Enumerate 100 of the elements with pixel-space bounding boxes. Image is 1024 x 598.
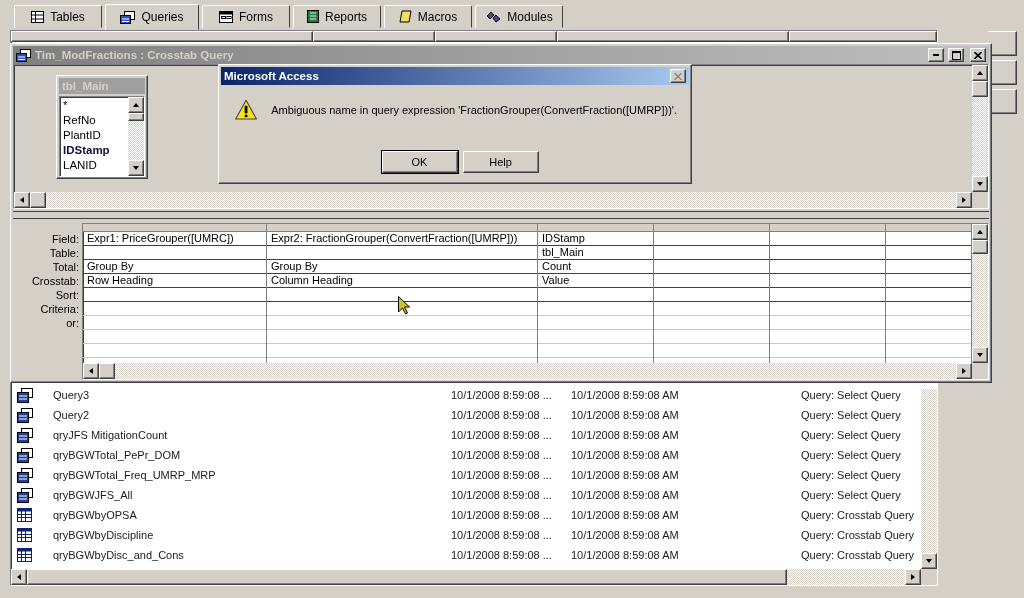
scroll-thumb[interactable] <box>99 363 115 379</box>
column-selector[interactable] <box>267 224 537 232</box>
column-selector[interactable] <box>770 224 885 232</box>
created-date: 10/1/2008 8:59:08 AM <box>571 449 680 461</box>
grid-cell[interactable]: Group By <box>83 260 266 274</box>
scroll-arrow-button[interactable] <box>972 65 988 81</box>
horizontal-scrollbar[interactable] <box>14 192 988 208</box>
report-icon <box>307 10 319 23</box>
modified-date: 10/1/2008 8:59:08 ... <box>451 429 553 441</box>
object-name: qryJFS MitigationCount <box>53 429 169 441</box>
close-button[interactable] <box>970 48 986 62</box>
grid-cell[interactable]: IDStamp <box>538 232 653 246</box>
object-row[interactable]: qryBGWbyDisc_and_Cons 10/1/2008 8:59:08 ... 10/1/2008 8:59:08 AM Query: Crosstab Query <box>11 545 921 565</box>
scroll-arrow-button[interactable] <box>956 363 972 379</box>
horizontal-scrollbar[interactable] <box>83 363 988 379</box>
scroll-thumb[interactable] <box>27 569 787 585</box>
grid-cell[interactable]: tbl_Main <box>538 246 653 260</box>
field-item[interactable]: IDStamp <box>63 144 125 159</box>
column-header[interactable] <box>11 31 313 42</box>
vertical-scrollbar[interactable] <box>972 65 988 192</box>
command-button[interactable] <box>988 31 1017 56</box>
help-button[interactable]: Help <box>462 151 539 173</box>
crosstab-query-icon <box>17 528 32 542</box>
vertical-scrollbar[interactable] <box>972 224 988 363</box>
column-selector[interactable] <box>654 224 769 232</box>
minimize-button[interactable] <box>928 48 944 62</box>
field-item[interactable]: PlantID <box>63 129 125 144</box>
created-date: 10/1/2008 8:59:08 AM <box>571 549 680 561</box>
scroll-thumb[interactable] <box>972 81 988 97</box>
column-header[interactable] <box>313 31 435 42</box>
up-arrow-icon <box>976 228 984 236</box>
tab[interactable]: Tables <box>14 5 102 28</box>
modified-date: 10/1/2008 8:59:08 ... <box>451 409 553 421</box>
scroll-arrow-button[interactable] <box>956 192 972 208</box>
column-selector[interactable] <box>83 224 266 232</box>
object-row[interactable]: qryJFS MitigationCount 10/1/2008 8:59:08 ... 10/1/2008 8:59:08 AM Query: Select Query <box>11 425 921 445</box>
object-type: Query: Select Query <box>801 489 902 501</box>
grid-cell[interactable]: Column Heading <box>267 274 537 288</box>
scroll-arrow-button[interactable] <box>972 224 988 240</box>
object-row[interactable]: qryBGWbyDiscipline 10/1/2008 8:59:08 ... 10/1/2008 8:59:08 AM Query: Crosstab Query <box>11 525 921 545</box>
pane-splitter[interactable] <box>13 211 989 219</box>
scroll-arrow-button[interactable] <box>905 569 921 585</box>
vertical-scrollbar[interactable] <box>128 97 144 176</box>
scroll-arrow-button[interactable] <box>83 363 99 379</box>
row-label: Criteria: <box>40 302 79 316</box>
close-button[interactable] <box>670 69 686 83</box>
scroll-thumb[interactable] <box>972 240 988 254</box>
grid-cell[interactable]: Count <box>538 260 653 274</box>
scroll-arrow-button[interactable] <box>128 97 144 113</box>
grid-cell[interactable]: Expr1: PriceGrouper([UMRC]) <box>83 232 266 246</box>
scroll-arrow-button[interactable] <box>972 347 988 363</box>
scroll-thumb[interactable] <box>128 113 144 121</box>
left-arrow-icon <box>18 196 26 204</box>
tab[interactable]: Queries <box>105 4 199 30</box>
right-arrow-icon <box>909 573 917 581</box>
select-query-icon <box>17 447 33 463</box>
object-row[interactable]: qryBGWTotal_Freq_UMRP_MRP 10/1/2008 8:59:08 ... 10/1/2008 8:59:08 AM Query: Select Query <box>11 465 921 485</box>
horizontal-scrollbar[interactable] <box>11 569 937 585</box>
scroll-arrow-button[interactable] <box>14 192 30 208</box>
object-row[interactable]: qryBGWbyOPSA 10/1/2008 8:59:08 ... 10/1/2008 8:59:08 AM Query: Crosstab Query <box>11 505 921 525</box>
grid-cell[interactable]: Group By <box>267 260 537 274</box>
row-label: Crosstab: <box>31 274 79 288</box>
created-date: 10/1/2008 8:59:08 AM <box>571 529 680 541</box>
select-query-icon <box>17 467 33 483</box>
created-date: 10/1/2008 8:59:08 AM <box>571 389 680 401</box>
object-row[interactable]: Query3 10/1/2008 8:59:08 ... 10/1/2008 8:59:08 AM Query: Select Query <box>11 385 921 405</box>
column-header[interactable] <box>435 31 557 42</box>
column-header[interactable] <box>557 31 789 42</box>
column-header[interactable] <box>789 31 937 42</box>
down-arrow-icon <box>976 180 984 188</box>
object-type: Query: Crosstab Query <box>801 529 916 541</box>
modified-date: 10/1/2008 8:59:08 ... <box>451 549 553 561</box>
scroll-arrow-button[interactable] <box>921 553 937 569</box>
minimize-icon <box>933 54 939 56</box>
object-name: qryBGWTotal_Freq_UMRP_MRP <box>53 469 217 481</box>
object-row[interactable]: Query2 10/1/2008 8:59:08 ... 10/1/2008 8:59:08 AM Query: Select Query <box>11 405 921 425</box>
field-item[interactable]: RefNo <box>63 114 125 129</box>
maximize-icon <box>951 50 961 60</box>
tab[interactable]: Macros <box>384 5 472 28</box>
field-item[interactable]: LANID <box>63 159 125 174</box>
object-row[interactable]: qryBGWJFS_All 10/1/2008 8:59:08 ... 10/1/2008 8:59:08 AM Query: Select Query <box>11 485 921 505</box>
column-selector[interactable] <box>538 224 653 232</box>
select-query-icon <box>17 427 33 443</box>
vertical-scrollbar[interactable] <box>921 389 937 569</box>
scroll-arrow-button[interactable] <box>972 176 988 192</box>
ok-button[interactable]: OK <box>381 151 458 173</box>
tab[interactable]: Modules <box>475 5 563 28</box>
grid-cell[interactable]: Value <box>538 274 653 288</box>
grid-cell[interactable]: Row Heading <box>83 274 266 288</box>
close-icon <box>674 72 682 80</box>
maximize-button[interactable] <box>948 48 964 62</box>
field-item[interactable]: * <box>63 99 125 114</box>
row-label: Table: <box>49 246 79 260</box>
object-row[interactable]: qryBGWTotal_PePr_DOM 10/1/2008 8:59:08 ... 10/1/2008 8:59:08 AM Query: Select Query <box>11 445 921 465</box>
tab[interactable]: Reports <box>293 5 381 28</box>
scroll-arrow-button[interactable] <box>128 160 144 176</box>
scroll-arrow-button[interactable] <box>11 569 27 585</box>
tab[interactable]: Forms <box>202 5 290 28</box>
scroll-thumb[interactable] <box>30 192 46 208</box>
grid-cell[interactable]: Expr2: FractionGrouper(ConvertFraction([UMRP])) <box>267 232 537 246</box>
